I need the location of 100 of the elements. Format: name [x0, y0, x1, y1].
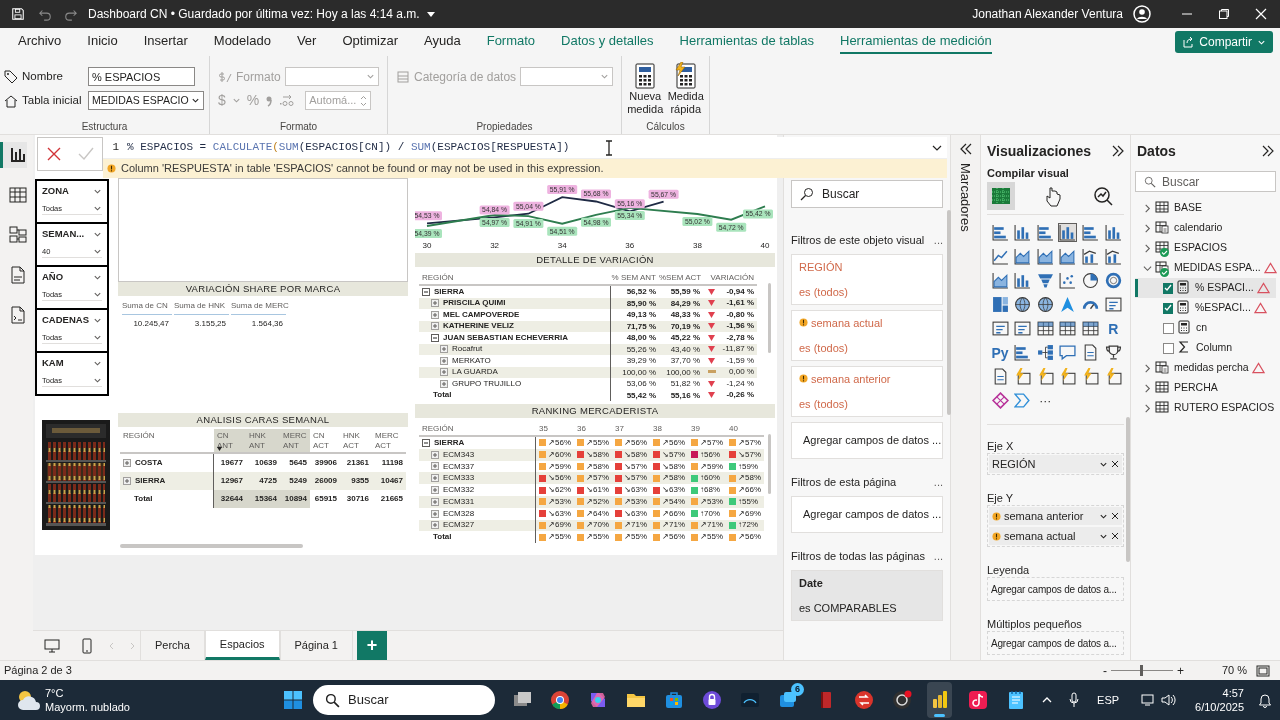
redo-icon[interactable] [64, 7, 78, 21]
expand-icon[interactable] [431, 521, 439, 530]
tree-item[interactable]: Column [1135, 338, 1276, 358]
menu-tab[interactable]: Archivo [18, 30, 62, 54]
page-tab[interactable]: Percha [140, 631, 205, 660]
menu-tab[interactable]: Ayuda [424, 30, 461, 54]
menu-tab[interactable]: Optimizar [342, 30, 399, 54]
drop-zone[interactable]: Agregar campos de datos ... [791, 496, 943, 533]
area-chart-icon[interactable] [1059, 248, 1077, 265]
lightning-icon[interactable] [1014, 368, 1032, 385]
column-header[interactable]: CN ACT [310, 429, 340, 454]
more-button[interactable]: ... [933, 473, 943, 491]
column-chart-icon[interactable] [1104, 224, 1122, 241]
search-field[interactable]: Buscar [791, 180, 943, 208]
desktop-icon[interactable] [44, 638, 60, 653]
area-chart-icon[interactable] [1036, 248, 1054, 265]
zoom-out-button[interactable]: - [1103, 661, 1107, 680]
lightning-icon[interactable] [1059, 368, 1077, 385]
globe-icon[interactable] [1014, 296, 1032, 313]
remove-icon[interactable] [1111, 512, 1119, 520]
card-icon[interactable] [991, 320, 1009, 337]
phone-icon[interactable] [82, 637, 92, 654]
bar-chart-icon[interactable] [0, 142, 27, 168]
expand-right-icon[interactable] [1112, 145, 1124, 157]
more-button[interactable]: ... [933, 547, 943, 565]
lightning-icon[interactable] [1082, 368, 1100, 385]
bell-icon[interactable] [1258, 692, 1272, 708]
language-indicator[interactable]: ESP [1097, 691, 1120, 709]
filter-card[interactable]: Date es COMPARABLES [791, 570, 943, 621]
column-header[interactable]: 36 [574, 420, 612, 437]
check-icon[interactable] [77, 147, 94, 161]
chevron-right-icon[interactable] [1143, 403, 1152, 413]
combo-chart-icon[interactable] [1082, 248, 1100, 265]
expand-icon[interactable] [431, 322, 439, 331]
column-header[interactable]: MERC ACT [372, 429, 406, 454]
shield-icon[interactable] [700, 689, 723, 711]
speaker-icon[interactable] [1161, 693, 1178, 707]
filter-card[interactable]: semana actual es (todos) [791, 310, 943, 361]
tree-item[interactable]: BASE [1135, 198, 1276, 218]
collapse-icon[interactable] [422, 287, 430, 296]
column-header[interactable]: REGIÓN [419, 269, 611, 286]
checkbox[interactable] [1163, 322, 1174, 334]
column-header[interactable]: %SEM ACT [659, 269, 703, 286]
recorder-icon[interactable] [890, 689, 913, 711]
microphone-icon[interactable] [1068, 692, 1081, 708]
filter-card[interactable]: REGIÓN es (todos) [791, 254, 943, 305]
card-icon[interactable] [1014, 320, 1032, 337]
menu-tab[interactable]: Insertar [143, 30, 188, 54]
column-header[interactable]: 37 [612, 420, 650, 437]
name-field[interactable]: % ESPACIOS [88, 67, 195, 86]
table-icon[interactable] [1036, 320, 1054, 337]
share-button[interactable]: Compartir [1175, 31, 1273, 53]
expand-icon[interactable] [440, 356, 448, 365]
menu-tab[interactable]: Modelado [213, 30, 271, 54]
clock-time[interactable]: 4:57 [1222, 686, 1244, 700]
expand-icon[interactable] [431, 450, 439, 459]
save-icon[interactable] [11, 7, 25, 21]
tree-item[interactable]: % ESPACI... [1135, 278, 1276, 298]
chevron-right-icon[interactable] [1143, 383, 1152, 393]
field-chip[interactable]: REGIÓN [989, 455, 1122, 473]
add-page-button[interactable]: + [356, 631, 387, 660]
funnel-icon[interactable] [1036, 272, 1054, 289]
slider-thumb[interactable] [1140, 665, 1144, 676]
tree-item[interactable]: cn [1135, 318, 1276, 338]
expand-right-icon[interactable] [1262, 145, 1274, 157]
column-header[interactable]: REGIÓN [419, 420, 536, 437]
menu-tab[interactable]: Ver [296, 30, 317, 54]
pointer-icon[interactable] [1059, 296, 1077, 313]
remote-icon[interactable] [852, 689, 875, 711]
drop-zone[interactable]: Agregar campos de datos ... [791, 422, 943, 459]
menu-tab[interactable]: Herramientas de tablas [679, 30, 814, 54]
treemap-icon[interactable] [991, 296, 1009, 313]
avatar-icon[interactable] [1133, 5, 1151, 23]
column-chart-icon[interactable] [1014, 272, 1032, 289]
table-icon[interactable] [1082, 320, 1100, 337]
chevron-right-icon[interactable] [1143, 363, 1152, 373]
collapse-icon[interactable] [431, 333, 439, 342]
column-header[interactable]: VARIACIÓN [703, 269, 757, 286]
menu-tab[interactable]: Formato [486, 30, 536, 54]
home-table-dropdown[interactable]: MEDIDAS ESPACIO [88, 91, 204, 110]
column-header[interactable]: 38 [650, 420, 688, 437]
pie-chart-icon[interactable] [1082, 272, 1100, 289]
scrollbar[interactable] [1126, 417, 1130, 562]
expand-icon[interactable] [431, 486, 439, 495]
column-header[interactable]: 39 [688, 420, 726, 437]
expand-icon[interactable] [431, 474, 439, 483]
filter-card[interactable]: semana anterior es (todos) [791, 366, 943, 417]
line-chart-icon[interactable] [991, 248, 1009, 265]
chevron-right-icon[interactable] [1143, 243, 1152, 253]
expand-icon[interactable] [431, 509, 439, 518]
more-button[interactable]: ··· [1039, 391, 1052, 410]
undo-icon[interactable] [38, 7, 52, 21]
checkbox[interactable] [1163, 342, 1174, 354]
checkbox[interactable] [1163, 282, 1173, 294]
formula-text[interactable]: % ESPACIOS = CALCULATE(SUM(ESPACIOS[CN]) / SUM(ESPACIOS[RESPUESTA]) [127, 139, 570, 156]
page-tab[interactable]: Espacios [204, 631, 280, 660]
globe-icon[interactable] [1036, 296, 1054, 313]
tree-item[interactable]: calendario [1135, 218, 1276, 238]
page-tab[interactable]: Página 1 [279, 631, 353, 660]
area-chart-icon[interactable] [1014, 248, 1032, 265]
